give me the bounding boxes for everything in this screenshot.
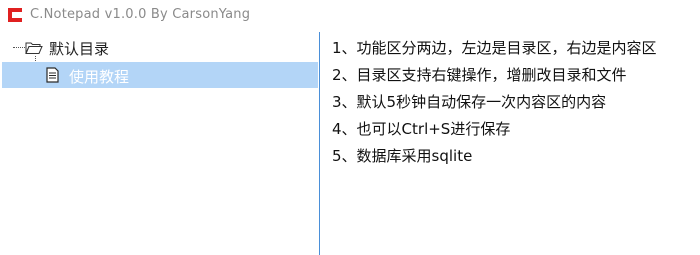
editor-line: 2、目录区支持右键操作，增删改目录和文件 bbox=[332, 66, 627, 84]
app-window: C.Notepad v1.0.0 By CarsonYang 默认目录 使用教程… bbox=[0, 0, 700, 255]
editor-line: 4、也可以Ctrl+S进行保存 bbox=[332, 120, 511, 138]
title-bar[interactable]: C.Notepad v1.0.0 By CarsonYang bbox=[0, 0, 700, 32]
directory-tree[interactable]: 默认目录 使用教程 bbox=[2, 32, 320, 255]
tree-item-label: 使用教程 bbox=[69, 68, 130, 86]
tree-item-label: 默认目录 bbox=[49, 40, 110, 58]
app-logo-icon bbox=[8, 8, 22, 22]
editor-line: 5、数据库采用sqlite bbox=[332, 147, 473, 165]
window-title: C.Notepad v1.0.0 By CarsonYang bbox=[30, 7, 251, 22]
content-editor[interactable]: 1、功能区分两边，左边是目录区，右边是内容区 2、目录区支持右键操作，增删改目录… bbox=[321, 32, 700, 255]
tree-item-usage-guide[interactable]: 使用教程 bbox=[2, 62, 318, 88]
main-content: 默认目录 使用教程 1、功能区分两边，左边是目录区，右边是内容区 2、目录区支持… bbox=[0, 32, 700, 255]
document-icon bbox=[46, 67, 59, 83]
editor-line: 3、默认5秒钟自动保存一次内容区的内容 bbox=[332, 93, 607, 111]
tree-item-root-folder[interactable]: 默认目录 bbox=[2, 34, 318, 60]
folder-open-icon bbox=[25, 42, 43, 54]
editor-line: 1、功能区分两边，左边是目录区，右边是内容区 bbox=[332, 39, 657, 57]
